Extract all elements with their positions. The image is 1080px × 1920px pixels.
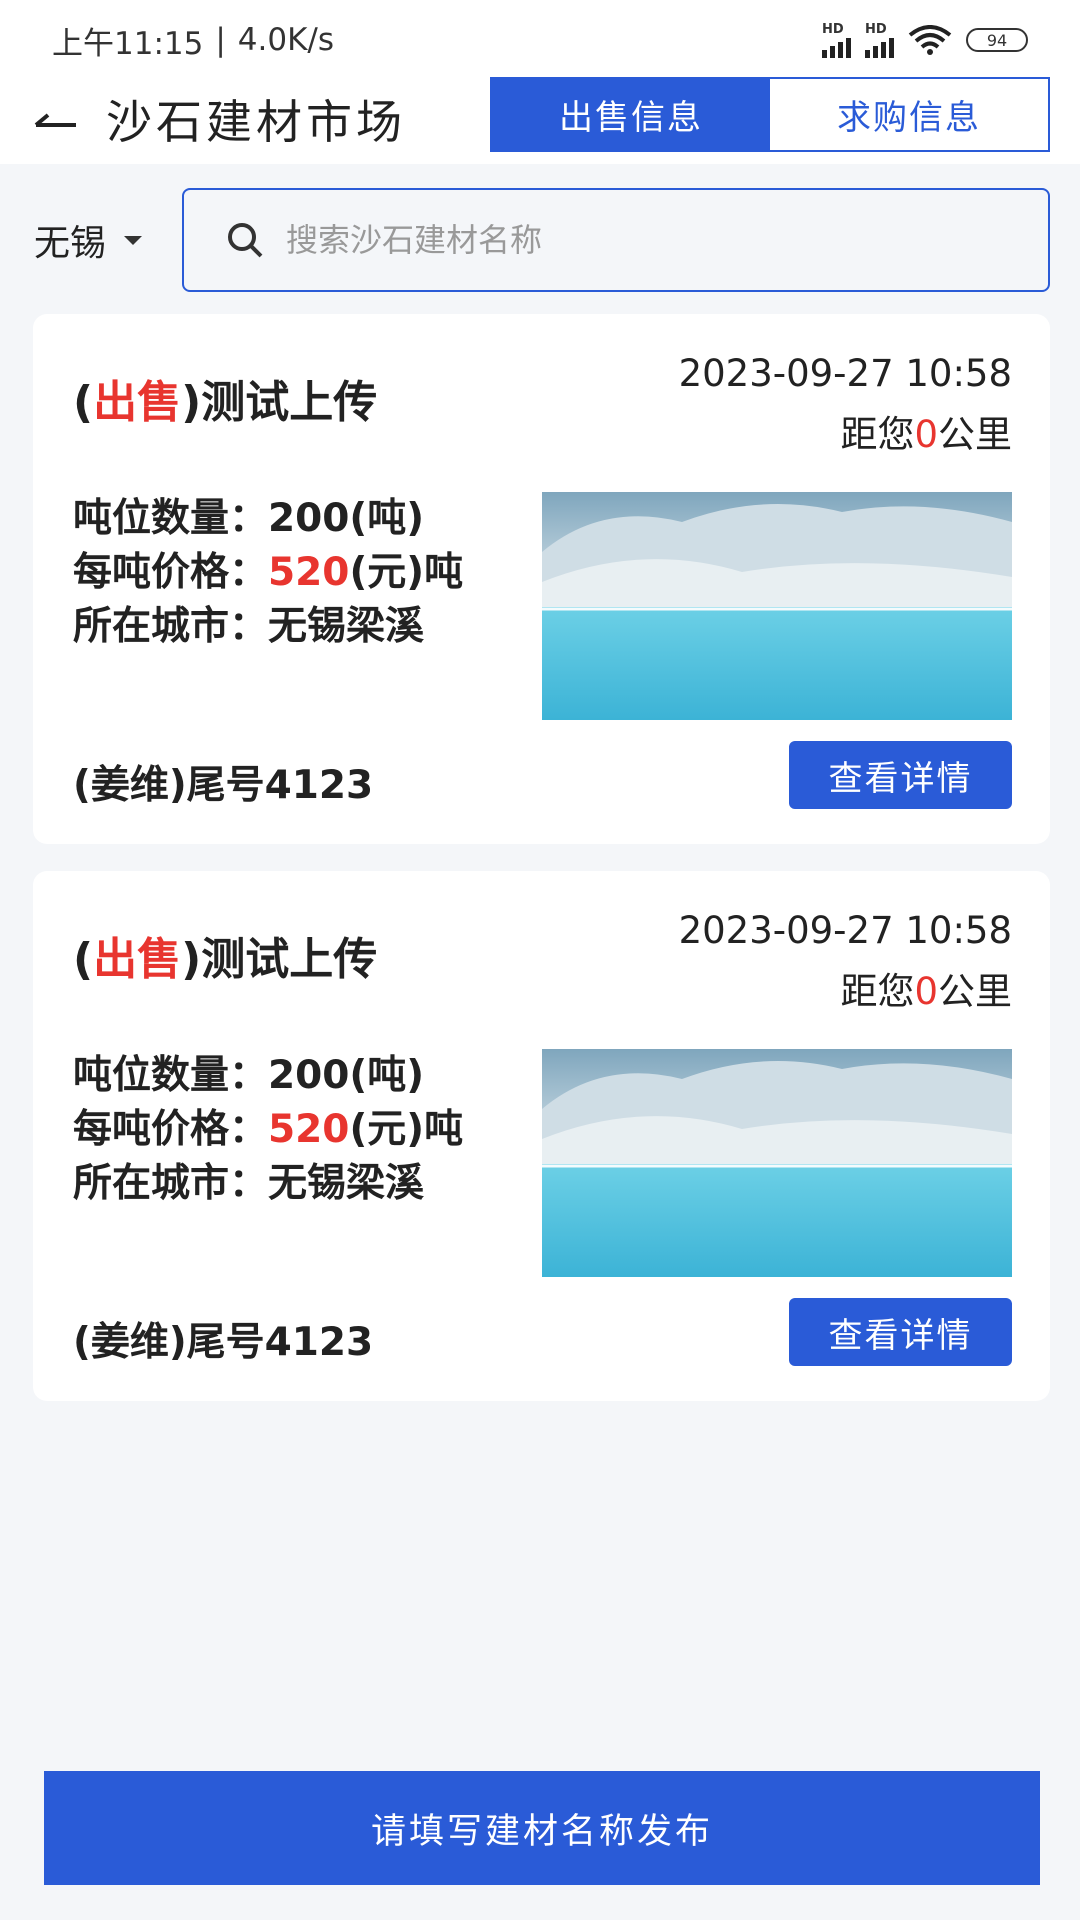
- wifi-icon: [908, 25, 952, 55]
- status-separator: |: [215, 22, 226, 58]
- distance-suffix: 公里: [938, 970, 1012, 1013]
- price-row: 每吨价格：520(元)吨: [73, 546, 463, 600]
- battery-level: 94: [986, 30, 1008, 50]
- tab-purchase-info[interactable]: 求购信息: [770, 79, 1048, 150]
- listing-distance: 距您0公里: [840, 404, 1012, 458]
- caret-down-icon: [124, 235, 143, 245]
- search-input[interactable]: [286, 221, 1006, 259]
- battery-icon: 94: [966, 28, 1028, 52]
- page-title: 沙石建材市场: [106, 95, 406, 149]
- search-box[interactable]: [182, 188, 1050, 292]
- tab-bar: 出售信息 求购信息: [490, 77, 1050, 152]
- listing-time: 2023-09-27 10:58: [678, 909, 1012, 952]
- listing-owner: (姜维)尾号4123: [73, 1320, 374, 1365]
- search-icon: [228, 223, 263, 258]
- status-icons: HD HD 94: [822, 23, 1028, 58]
- quantity-value: 200(吨): [268, 1053, 425, 1098]
- city-row: 所在城市：无锡梁溪: [73, 1157, 463, 1211]
- price-label: 每吨价格：: [73, 1107, 269, 1152]
- listing-image[interactable]: [542, 492, 1012, 720]
- listing-owner: (姜维)尾号4123: [73, 763, 374, 808]
- listing-type-open: (: [73, 934, 94, 985]
- price-row: 每吨价格：520(元)吨: [73, 1103, 463, 1157]
- distance-value: 0: [914, 413, 938, 456]
- signal-hd-label: HD: [822, 21, 844, 37]
- listing-distance: 距您0公里: [840, 961, 1012, 1015]
- city-label: 所在城市：: [73, 1161, 269, 1206]
- status-time: 上午11:15: [52, 25, 204, 62]
- city-dropdown-label: 无锡: [34, 223, 107, 264]
- city-dropdown[interactable]: 无锡: [34, 210, 143, 270]
- status-bar: 上午11:15 | 4.0K/s HD HD 94: [0, 0, 1080, 80]
- city-row: 所在城市：无锡梁溪: [73, 600, 463, 654]
- network-speed: 4.0K/s: [237, 22, 335, 58]
- quantity-label: 吨位数量：: [73, 1053, 269, 1098]
- signal-hd-label: HD: [865, 21, 887, 37]
- listing-info: 吨位数量：200(吨) 每吨价格：520(元)吨 所在城市：无锡梁溪: [73, 492, 463, 654]
- listing-type-open: (: [73, 377, 94, 428]
- listing-card: (出售)测试上传 2023-09-27 10:58 距您0公里 吨位数量：200…: [33, 314, 1050, 844]
- listing-name: 测试上传: [201, 377, 378, 428]
- price-label: 每吨价格：: [73, 550, 269, 595]
- signal-icon: HD: [865, 23, 894, 58]
- status-left: 上午11:15 | 4.0K/s: [52, 18, 822, 63]
- tab-sale-info[interactable]: 出售信息: [492, 79, 770, 150]
- listing-type-close: ): [181, 377, 202, 428]
- listing-image[interactable]: [542, 1049, 1012, 1277]
- signal-icon: HD: [822, 23, 851, 58]
- distance-value: 0: [914, 970, 938, 1013]
- listing-type: 出售: [93, 377, 182, 428]
- price-unit: (元)吨: [349, 1107, 464, 1152]
- quantity-label: 吨位数量：: [73, 496, 269, 541]
- view-detail-button[interactable]: 查看详情: [789, 741, 1012, 809]
- city-value: 无锡梁溪: [268, 1161, 425, 1206]
- listing-type-close: ): [181, 934, 202, 985]
- listing-time: 2023-09-27 10:58: [678, 352, 1012, 395]
- city-value: 无锡梁溪: [268, 604, 425, 649]
- back-button[interactable]: [26, 94, 84, 152]
- page: 上午11:15 | 4.0K/s HD HD 94 沙石建材市场 出售信息 求购…: [0, 0, 1080, 1920]
- listing-title: (出售)测试上传: [73, 923, 377, 987]
- listing-title: (出售)测试上传: [73, 366, 377, 430]
- distance-prefix: 距您: [840, 413, 915, 456]
- listing-name: 测试上传: [201, 934, 378, 985]
- quantity-row: 吨位数量：200(吨): [73, 492, 463, 546]
- distance-prefix: 距您: [840, 970, 915, 1013]
- quantity-value: 200(吨): [268, 496, 425, 541]
- listing-type: 出售: [93, 934, 182, 985]
- price-value: 520: [268, 1107, 350, 1152]
- price-unit: (元)吨: [349, 550, 464, 595]
- publish-button[interactable]: 请填写建材名称发布: [44, 1771, 1040, 1885]
- view-detail-button[interactable]: 查看详情: [789, 1298, 1012, 1366]
- back-arrow-icon: [34, 113, 76, 127]
- listing-info: 吨位数量：200(吨) 每吨价格：520(元)吨 所在城市：无锡梁溪: [73, 1049, 463, 1211]
- city-label: 所在城市：: [73, 604, 269, 649]
- price-value: 520: [268, 550, 350, 595]
- listing-card: (出售)测试上传 2023-09-27 10:58 距您0公里 吨位数量：200…: [33, 871, 1050, 1401]
- quantity-row: 吨位数量：200(吨): [73, 1049, 463, 1103]
- distance-suffix: 公里: [938, 413, 1012, 456]
